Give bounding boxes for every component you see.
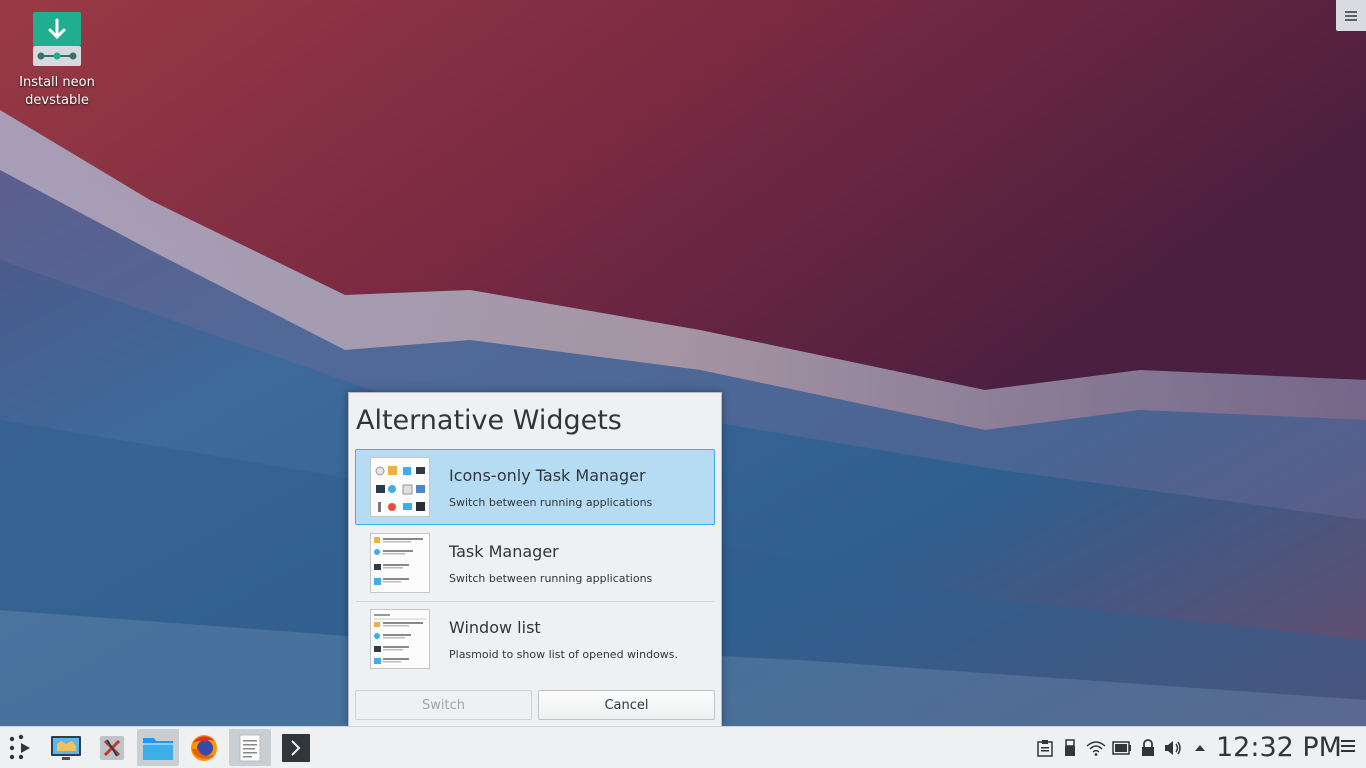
task-text-editor[interactable] [229,729,271,766]
digital-clock[interactable]: 12:32 PM [1216,730,1342,766]
desktop-icon-label: Install neon devstable [19,75,95,108]
icons-only-taskmanager-thumbnail [370,457,430,517]
expand-tray-arrow-icon[interactable] [1190,738,1210,758]
application-launcher-button[interactable] [6,733,36,763]
alternative-name: Window list [449,617,541,637]
battery-icon[interactable] [1112,738,1132,758]
dialog-button-row: Switch Cancel [355,690,715,720]
alternative-description: Switch between running applications [449,495,653,509]
bottom-panel: 12:32 PM [0,726,1366,768]
installer-download-icon [29,10,85,70]
clipboard-icon[interactable] [1035,738,1055,758]
alternative-item-icons-only-task-manager[interactable]: Icons-only Task Manager Switch between r… [355,449,715,525]
alternative-name: Task Manager [449,541,559,561]
alternative-description: Switch between running applications [449,571,653,585]
firefox-icon [191,734,217,761]
alternative-item-task-manager[interactable]: Task Manager Switch between running appl… [355,525,715,601]
discover-store-icon [51,735,81,760]
dialog-title: Alternative Widgets [356,405,622,436]
konsole-terminal-icon [282,733,310,762]
task-firefox[interactable] [183,729,225,766]
alternative-name: Icons-only Task Manager [449,465,646,485]
wifi-icon[interactable] [1086,738,1106,758]
hamburger-menu-icon [1345,9,1357,23]
alternative-item-window-list[interactable]: Window list Plasmoid to show list of ope… [355,601,715,677]
window-list-thumbnail [370,609,430,669]
volume-icon[interactable] [1163,738,1183,758]
task-dolphin[interactable] [137,729,179,766]
task-discover[interactable] [45,729,87,766]
alternatives-list: Icons-only Task Manager Switch between r… [355,449,715,677]
desktop-icon-install-neon[interactable]: Install neon devstable [12,10,102,110]
task-konsole[interactable] [275,729,317,766]
switch-button[interactable]: Switch [355,690,532,720]
taskmanager-thumbnail [370,533,430,593]
desktop-toolbox-button[interactable] [1336,0,1366,31]
lock-icon[interactable] [1138,738,1158,758]
kde-launcher-icon [9,734,30,760]
xembed-tools-icon [100,735,124,760]
cancel-button[interactable]: Cancel [538,690,715,720]
panel-options-icon[interactable] [1341,740,1355,755]
dolphin-file-manager-icon [143,737,173,760]
alternative-widgets-dialog: Alternative Widgets Icons-only Task Mana… [348,392,722,726]
task-tools[interactable] [91,729,133,766]
usb-device-icon[interactable] [1060,738,1080,758]
text-editor-icon [239,734,261,761]
alternative-description: Plasmoid to show list of opened windows. [449,647,679,661]
